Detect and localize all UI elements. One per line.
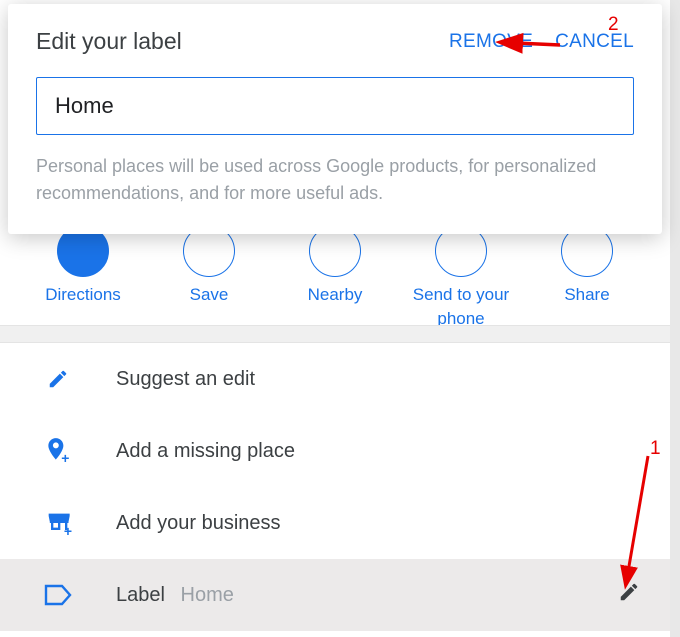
nearby-action[interactable]: Nearby xyxy=(275,225,395,331)
dialog-actions: REMOVE CANCEL xyxy=(449,31,634,53)
save-action[interactable]: Save xyxy=(149,225,269,331)
share-label: Share xyxy=(564,283,609,307)
svg-text:+: + xyxy=(64,523,72,537)
add-business-item[interactable]: + Add your business xyxy=(0,487,670,559)
directions-label: Directions xyxy=(45,283,121,307)
suggest-edit-label: Suggest an edit xyxy=(116,368,640,391)
pencil-icon xyxy=(40,361,76,397)
dialog-title: Edit your label xyxy=(36,28,182,55)
add-business-label: Add your business xyxy=(116,512,640,535)
send-to-phone-action[interactable]: Send to your phone xyxy=(401,225,521,331)
edit-label-dialog: Edit your label REMOVE CANCEL Personal p… xyxy=(8,4,662,234)
label-value: Home xyxy=(181,584,234,606)
place-add-icon: + xyxy=(40,433,76,469)
dialog-description: Personal places will be used across Goog… xyxy=(36,153,634,207)
suggest-edit-item[interactable]: Suggest an edit xyxy=(0,343,670,415)
label-item[interactable]: Label Home xyxy=(0,559,670,631)
directions-action[interactable]: Directions xyxy=(23,225,143,331)
add-missing-place-item[interactable]: + Add a missing place xyxy=(0,415,670,487)
remove-button[interactable]: REMOVE xyxy=(449,31,533,53)
label-tag-icon xyxy=(40,577,76,613)
section-divider xyxy=(0,325,670,343)
edit-label-button[interactable] xyxy=(618,581,640,609)
label-label: Label xyxy=(116,584,165,606)
share-action[interactable]: Share xyxy=(527,225,647,331)
actions-row: Directions Save Nearby Send to your phon… xyxy=(0,225,670,331)
label-text: Label Home xyxy=(116,584,618,607)
store-add-icon: + xyxy=(40,505,76,541)
cancel-button[interactable]: CANCEL xyxy=(555,31,634,53)
options-list: Suggest an edit + Add a missing place + … xyxy=(0,343,670,631)
svg-text:+: + xyxy=(61,450,69,466)
nearby-label: Nearby xyxy=(308,283,363,307)
save-label: Save xyxy=(190,283,229,307)
label-input[interactable] xyxy=(36,77,634,135)
dialog-header: Edit your label REMOVE CANCEL xyxy=(36,28,634,55)
add-missing-label: Add a missing place xyxy=(116,440,640,463)
send-label: Send to your phone xyxy=(401,283,521,331)
